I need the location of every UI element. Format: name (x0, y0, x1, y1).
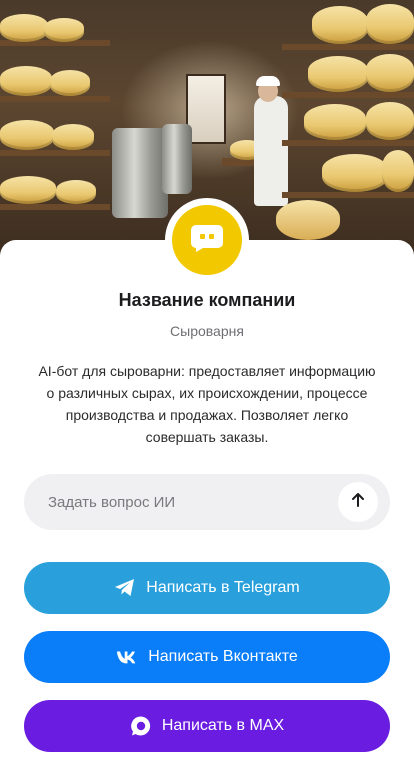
cheese-wheel (366, 4, 414, 44)
cheese-wheel (312, 6, 368, 44)
cheese-wheel (308, 56, 368, 92)
cheese-wheel (0, 14, 48, 42)
cheese-wheel (52, 124, 94, 150)
company-description: AI-бот для сыроварни: предоставляет инфо… (38, 363, 376, 445)
company-name: Название компании (118, 290, 296, 310)
cheese-wheel (50, 70, 90, 96)
hero-left-shelves (0, 0, 112, 262)
max-icon (130, 715, 152, 737)
cheese-wheel (56, 180, 96, 204)
arrow-up-icon (350, 492, 366, 513)
cheese-wheel (0, 176, 56, 204)
avatar (172, 205, 242, 275)
shelf-plank (282, 92, 414, 98)
telegram-icon (114, 577, 136, 599)
vk-button[interactable]: Написать Вконтакте (24, 631, 390, 683)
cheese-wheel (382, 150, 414, 192)
cheese-wheel (44, 18, 84, 42)
cheese-wheel (304, 104, 366, 140)
telegram-button-label: Написать в Telegram (146, 579, 300, 596)
shelf-plank (0, 150, 110, 156)
hero-tank (112, 128, 168, 218)
hero-right-shelves (282, 0, 414, 262)
shelf-plank (0, 96, 110, 102)
chat-bot-icon (190, 223, 224, 258)
company-category: Сыроварня (170, 323, 244, 339)
shelf-plank (282, 140, 414, 146)
hero-tank (162, 124, 192, 194)
shelf-plank (0, 204, 110, 210)
max-button[interactable]: Написать в MAX (24, 700, 390, 752)
ask-ai-field[interactable] (24, 474, 390, 530)
vk-button-label: Написать Вконтакте (148, 648, 298, 665)
cheese-wheel (322, 154, 388, 192)
cheese-wheel (366, 54, 414, 92)
shelf-plank (282, 44, 414, 50)
vk-icon (116, 646, 138, 668)
send-button[interactable] (338, 482, 378, 522)
max-button-label: Написать в MAX (161, 717, 285, 734)
cheese-wheel (0, 66, 52, 96)
cheese-wheel (366, 102, 414, 140)
hero-cheesemaker-hat (256, 76, 280, 86)
ask-ai-input[interactable] (48, 474, 338, 530)
hero-window (186, 74, 226, 144)
telegram-button[interactable]: Написать в Telegram (24, 562, 390, 614)
shelf-plank (282, 192, 414, 198)
cheese-wheel (0, 120, 54, 150)
